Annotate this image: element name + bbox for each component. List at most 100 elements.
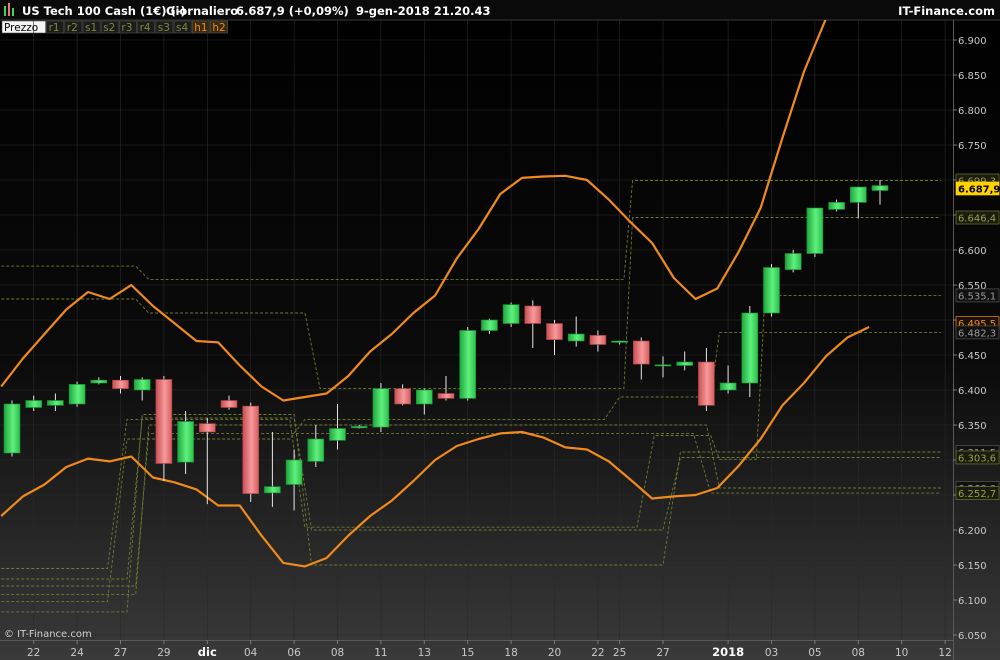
series-legend: Prezzo r1 r2 s1 s2 r3 r4 s3 s4 h1 h2 (1, 20, 228, 34)
candle-body (632, 340, 650, 365)
candle-body (155, 379, 173, 464)
candle-body (68, 384, 86, 405)
candle-body (242, 405, 259, 494)
x-tick-label: 20 (548, 647, 561, 659)
price-label: 6.687,9 (958, 184, 1000, 195)
y-tick-label: 6.450 (958, 351, 987, 362)
x-tick-label: 24 (70, 647, 84, 659)
chart-background (0, 0, 1000, 660)
candle-body (546, 323, 563, 340)
legend-tab-r2[interactable]: r2 (67, 22, 78, 34)
x-tick-label: 22 (591, 647, 604, 659)
candle-body (654, 364, 672, 367)
legend-tab-r3[interactable]: r3 (121, 22, 132, 34)
candle-body (415, 389, 433, 405)
candle-body (611, 340, 628, 343)
candle-body (199, 423, 216, 433)
candle-body (285, 459, 303, 485)
candle-body (372, 388, 390, 428)
instrument-name: US Tech 100 Cash (1€) (-) (22, 4, 186, 18)
candle-body (698, 361, 715, 406)
candle-body (112, 379, 129, 389)
candle-body (3, 403, 21, 454)
price-label: 6.535,1 (958, 291, 996, 302)
candle-body (133, 379, 151, 391)
candle-body (849, 186, 867, 203)
candle-body (329, 428, 346, 441)
price-label: 6.646,4 (958, 214, 996, 225)
price-chart[interactable]: US Tech 100 Cash (1€) (-) Giornaliero 6.… (0, 0, 1000, 660)
x-tick-label: 18 (504, 647, 517, 659)
legend-tab-s4[interactable]: s4 (176, 22, 188, 34)
x-tick-label: 10 (895, 647, 908, 659)
candle-body (177, 421, 194, 463)
candle-body (437, 393, 455, 399)
legend-tab-s2[interactable]: s2 (103, 22, 115, 34)
y-tick-label: 6.850 (958, 71, 987, 82)
x-tick-label: 12 (938, 647, 951, 659)
x-tick-label: 08 (331, 647, 344, 659)
y-tick-label: 6.050 (958, 631, 987, 642)
legend-tab-s1[interactable]: s1 (85, 22, 97, 34)
x-tick-label: 22 (27, 647, 40, 659)
x-tick-label: 11 (374, 647, 387, 659)
candle-body (90, 379, 108, 384)
brand-name[interactable]: IT-Finance.com (898, 4, 995, 18)
candle-body (719, 382, 737, 391)
legend-tab-h1[interactable]: h1 (194, 22, 207, 34)
candle-body (307, 438, 325, 462)
candle-body (502, 304, 520, 324)
y-tick-label: 6.800 (958, 106, 987, 117)
candle-body (459, 330, 477, 399)
candle-body (806, 207, 824, 254)
candle-body (47, 400, 64, 406)
x-tick-label: 04 (244, 647, 258, 659)
candle-body (828, 202, 845, 210)
price-labels: 6.699,36.687,96.646,46.535,16.495,56.482… (955, 173, 1000, 500)
y-tick-label: 6.600 (958, 246, 987, 257)
x-tick-label: 05 (808, 647, 821, 659)
candle-body (524, 305, 542, 324)
last-price: 6.687,9 (+0,09%) (236, 4, 349, 18)
x-tick-label: 13 (418, 647, 431, 659)
period-label: Giornaliero (166, 4, 238, 18)
x-tick-label: 08 (852, 647, 865, 659)
x-tick-label: 29 (157, 647, 170, 659)
y-tick-label: 6.150 (958, 561, 987, 572)
candle-body (481, 319, 498, 331)
legend-tab-r1[interactable]: r1 (49, 22, 60, 34)
candle-body (589, 335, 607, 345)
price-label: 6.303,6 (958, 453, 996, 464)
candle-body (350, 426, 368, 429)
candle-body (394, 388, 411, 405)
y-tick-label: 6.750 (958, 141, 987, 152)
x-tick-label: 15 (461, 647, 474, 659)
candle-body (567, 333, 585, 342)
x-tick-label: 2018 (712, 645, 744, 659)
candle-body (784, 253, 802, 270)
x-tick-label: 06 (287, 647, 301, 659)
y-tick-label: 6.350 (958, 421, 987, 432)
quote-datetime: 9-gen-2018 21.20.43 (356, 4, 491, 18)
candle-body (264, 486, 281, 494)
x-tick-label: dic (198, 645, 217, 659)
price-label: 6.482,3 (958, 328, 996, 339)
legend-tab-h2[interactable]: h2 (212, 22, 225, 34)
candle-body (25, 400, 43, 408)
copyright: © IT-Finance.com (4, 629, 92, 640)
legend-tab-r4[interactable]: r4 (140, 22, 151, 34)
header-bar: US Tech 100 Cash (1€) (-) Giornaliero 6.… (0, 0, 1000, 21)
y-tick-label: 6.200 (958, 526, 987, 537)
x-tick-label: 25 (613, 647, 626, 659)
candle-body (676, 361, 694, 366)
candle-body (220, 400, 238, 408)
candle-body (763, 267, 780, 314)
x-tick-label: 27 (656, 647, 669, 659)
x-tick-label: 03 (765, 647, 778, 659)
candle-body (741, 312, 759, 384)
x-tick-label: 27 (114, 647, 127, 659)
legend-tab-prezzo[interactable]: Prezzo (4, 22, 38, 34)
y-tick-label: 6.400 (958, 386, 987, 397)
price-label: 6.252,7 (958, 489, 996, 500)
y-tick-label: 6.100 (958, 596, 987, 607)
